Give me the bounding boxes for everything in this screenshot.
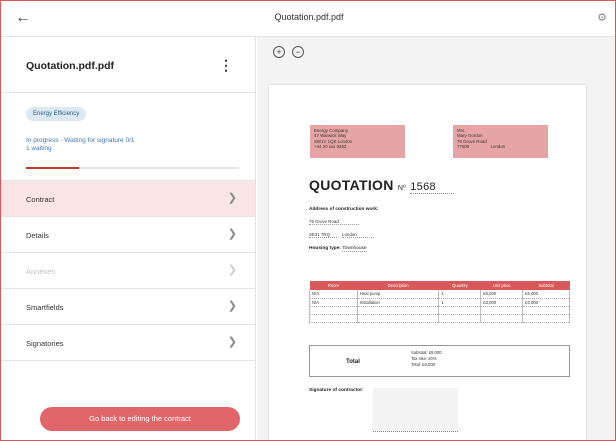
table-cell <box>480 314 524 323</box>
sidebar-item-details[interactable]: Details ❯ <box>1 217 255 253</box>
table-cell <box>357 306 440 315</box>
sidebar: Quotation.pdf.pdf ⋮ Energy Efficiency In… <box>1 37 256 440</box>
totals-lines: Subtotal: £9,000 Tax rate: 20% Total: £9… <box>411 350 442 368</box>
table-header-row: Room Description Quantity Unit price Sub… <box>309 281 570 290</box>
status-line: In progress - Waiting for signature 0/1 <box>26 137 135 144</box>
more-options-icon[interactable]: ⋮ <box>219 57 233 74</box>
totals-box: Total Subtotal: £9,000 Tax rate: 20% Tot… <box>309 345 570 377</box>
table-row: N/A Heat pump 1 £6,000 £6,000 <box>309 290 570 299</box>
recipient-line: 77000 London <box>457 144 544 149</box>
progress-bar <box>26 167 239 169</box>
table-cell: Installation <box>357 298 440 307</box>
table-cell <box>438 314 482 323</box>
table-cell <box>522 314 570 323</box>
waiting-count: 1 waiting <box>26 145 52 152</box>
app-window: ← Quotation.pdf.pdf ⚙ Quotation.pdf.pdf … <box>0 0 616 441</box>
category-badge: Energy Efficiency <box>26 107 87 121</box>
chevron-right-icon: ❯ <box>227 192 237 204</box>
status-section: Energy Efficiency In progress - Waiting … <box>1 93 255 181</box>
table-cell <box>522 306 570 315</box>
table-cell <box>438 306 482 315</box>
sender-line: +44 20 xxx 0252 <box>314 144 347 150</box>
total-text: Total: £9,000 <box>411 362 435 367</box>
address-label: Address of construction work: <box>309 207 379 212</box>
table-row: N/A Installation 1 £3,000 £3,000 <box>309 298 570 307</box>
document-title: Quotation.pdf.pdf <box>26 60 115 72</box>
quotation-number-label: Nº <box>397 185 407 192</box>
signature-field[interactable] <box>373 388 458 432</box>
sidebar-item-annexes: Annexes ❯ <box>1 253 255 289</box>
zoom-toolbar: + − <box>257 37 615 71</box>
table-cell: N/A <box>309 298 358 307</box>
table-header: Quantity <box>438 281 481 290</box>
status-text: In progress - Waiting for signature 0/1 … <box>26 137 135 153</box>
progress-fill <box>26 167 80 169</box>
quotation-heading: QUOTATION Nº 1568 <box>309 177 454 194</box>
sidebar-header: Quotation.pdf.pdf ⋮ <box>1 37 255 93</box>
chevron-right-icon: ❯ <box>227 336 237 348</box>
signature-label: Signature of contractor: <box>309 388 364 393</box>
table-cell: £6,000 <box>480 290 524 299</box>
sidebar-item-contract[interactable]: Contract ❯ <box>1 181 255 217</box>
chevron-right-icon: ❯ <box>227 264 237 276</box>
table-cell: £3,000 <box>522 298 570 307</box>
table-cell: £3,000 <box>480 298 524 307</box>
table-cell <box>480 306 524 315</box>
sidebar-item-label: Contract <box>26 195 55 204</box>
sender-address: Energy Company 47 Warwick Way SW1V 1QS L… <box>310 125 405 158</box>
table-row <box>309 314 570 323</box>
table-header: Description <box>357 281 439 290</box>
table-cell: 1 <box>438 290 482 299</box>
table-cell <box>357 314 440 323</box>
table-cell <box>309 314 358 323</box>
back-to-editing-button[interactable]: Go back to editing the contract <box>40 407 240 431</box>
gear-icon[interactable]: ⚙ <box>597 11 607 24</box>
chevron-right-icon: ❯ <box>227 300 237 312</box>
address-street: 76 Grove Road <box>309 219 359 225</box>
table-header: Unit price <box>480 281 523 290</box>
housing-type-value: Townhouse <box>342 246 367 252</box>
table-cell: 1 <box>438 298 482 307</box>
table-cell: N/A <box>309 290 358 299</box>
items-table: Room Description Quantity Unit price Sub… <box>309 281 570 323</box>
quotation-title: QUOTATION <box>309 177 394 193</box>
recipient-city: London <box>490 144 506 150</box>
quotation-number: 1568 <box>410 181 454 194</box>
window-title: Quotation.pdf.pdf <box>274 12 344 22</box>
sidebar-item-label: Smartfields <box>26 303 64 312</box>
table-cell: Heat pump <box>357 290 440 299</box>
housing-label: Housing type: Townhouse <box>309 246 367 252</box>
address-postcode: SE31 7RQ <box>309 232 337 238</box>
table-cell: £6,000 <box>522 290 570 299</box>
sidebar-item-label: Signatories <box>26 339 64 348</box>
zoom-in-icon[interactable]: + <box>273 46 285 58</box>
sidebar-item-signatories[interactable]: Signatories ❯ <box>1 325 255 361</box>
housing-type-label: Housing type: <box>309 246 341 251</box>
address-city: London <box>342 232 374 238</box>
sidebar-item-smartfields[interactable]: Smartfields ❯ <box>1 289 255 325</box>
table-row <box>309 306 570 315</box>
total-label: Total <box>346 359 360 365</box>
zoom-out-icon[interactable]: − <box>292 46 304 58</box>
document-page: Energy Company 47 Warwick Way SW1V 1QS L… <box>269 85 586 440</box>
table-header: Room <box>309 281 358 290</box>
document-viewer: + − Energy Company 47 Warwick Way SW1V 1… <box>257 37 615 440</box>
sidebar-item-label: Annexes <box>26 267 56 276</box>
recipient-postcode: 77000 <box>457 144 470 150</box>
table-cell <box>309 306 358 315</box>
chevron-right-icon: ❯ <box>227 228 237 240</box>
table-header: Subtotal <box>522 281 570 290</box>
top-bar: ← Quotation.pdf.pdf ⚙ <box>1 1 615 37</box>
recipient-address: Mrs. Mary Gordon 76 Grove Road 77000 Lon… <box>453 125 548 158</box>
sidebar-item-label: Details <box>26 231 49 240</box>
